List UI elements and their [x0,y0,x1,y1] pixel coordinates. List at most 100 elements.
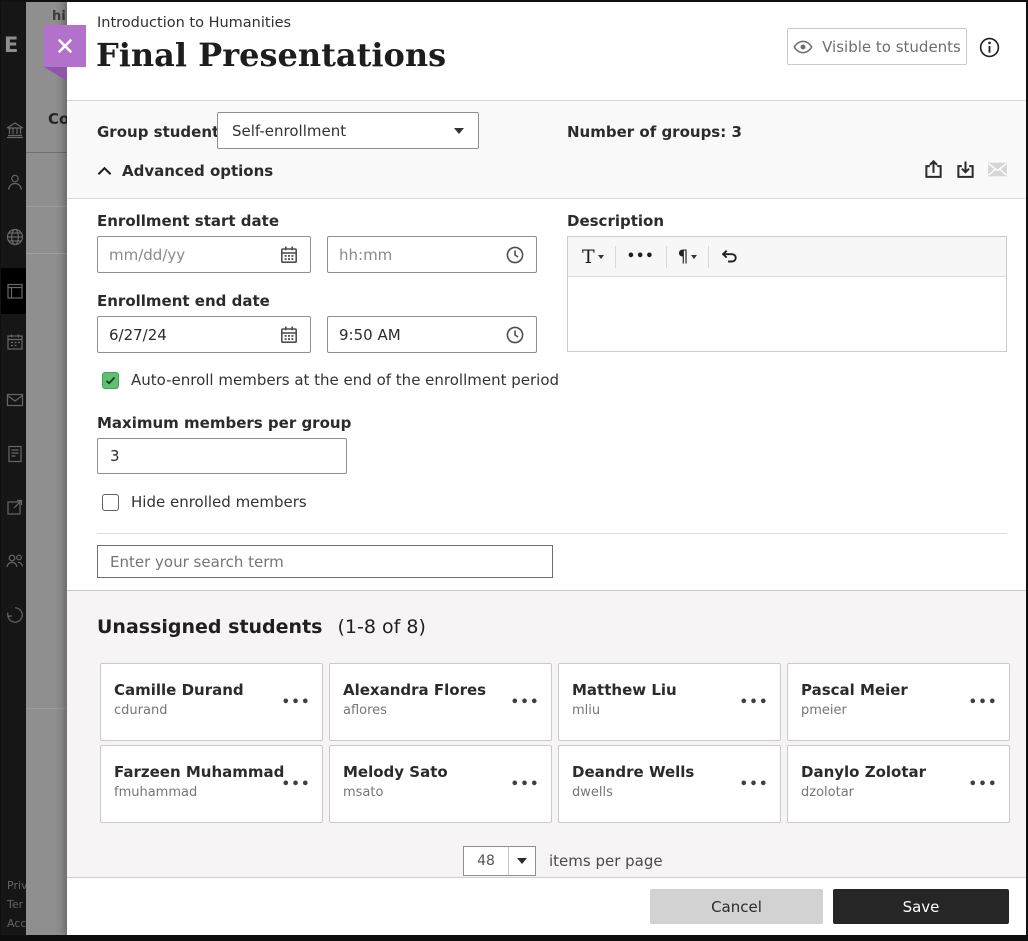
student-menu-button[interactable]: ••• [740,695,769,710]
auto-enroll-checkbox[interactable] [102,371,119,389]
email-icon [988,162,1007,177]
student-card-grid: Camille Durand cdurand ••• Alexandra Flo… [100,663,1010,823]
undo-icon [722,249,738,263]
save-button[interactable]: Save [833,889,1009,924]
pagination-row: 48 items per page [463,846,663,876]
external-icon[interactable] [5,497,25,517]
student-card[interactable]: Alexandra Flores aflores ••• [329,663,552,741]
search-input[interactable] [97,545,553,578]
section-divider [97,533,1007,534]
description-editor: T ••• ¶ [567,236,1007,352]
student-card[interactable]: Deandre Wells dwells ••• [558,745,781,823]
cancel-button[interactable]: Cancel [650,889,823,924]
student-menu-button[interactable]: ••• [282,695,311,710]
terms-link[interactable]: Ter [7,895,28,914]
student-card[interactable]: Danylo Zolotar dzolotar ••• [787,745,1010,823]
page-size-select[interactable]: 48 [463,846,536,876]
max-members-input[interactable] [97,438,347,474]
start-time-input[interactable] [339,245,505,264]
student-card[interactable]: Camille Durand cdurand ••• [100,663,323,741]
messages-icon[interactable] [5,390,25,410]
start-time-field[interactable] [327,236,537,273]
start-date-input[interactable] [109,245,279,264]
end-time-input[interactable] [339,325,505,344]
student-name: Pascal Meier [801,681,908,699]
student-username: pmeier [801,703,847,718]
app-logo: E [4,33,19,57]
student-menu-button[interactable]: ••• [969,695,998,710]
student-card[interactable]: Melody Sato msato ••• [329,745,552,823]
hide-members-label: Hide enrolled members [131,493,307,511]
close-icon [58,39,72,53]
start-date-field[interactable] [97,236,311,273]
import-icon[interactable] [955,159,976,180]
student-menu-button[interactable]: ••• [969,777,998,792]
group-students-selected-value: Self-enrollment [232,121,347,140]
undo-button[interactable] [720,248,739,265]
group-students-select[interactable]: Self-enrollment [217,112,479,149]
privacy-link[interactable]: Priv [7,876,28,895]
toolbar-separator [614,245,616,268]
globe-icon[interactable] [5,227,25,247]
clock-icon[interactable] [505,245,525,265]
content-icon[interactable] [5,281,25,301]
hidden-page-text-fragment: hi [52,9,66,24]
student-username: dwells [572,785,613,800]
advanced-options-label: Advanced options [122,162,274,180]
student-username: mliu [572,703,601,718]
check-icon [105,376,116,384]
student-menu-button[interactable]: ••• [282,777,311,792]
text-style-button[interactable]: T [582,247,604,267]
hidden-page-divider [26,152,67,153]
student-username: cdurand [114,703,168,718]
student-menu-button[interactable]: ••• [740,777,769,792]
description-label: Description [567,212,665,230]
page-size-value: 48 [477,853,495,869]
hidden-page-divider [26,253,67,254]
institution-icon[interactable] [5,120,25,140]
end-time-field[interactable] [327,316,537,353]
student-card[interactable]: Farzeen Muhammad fmuhammad ••• [100,745,323,823]
group-students-label: Group students [97,123,229,141]
accessibility-link[interactable]: Acc [7,914,28,933]
clock-icon[interactable] [505,325,525,345]
activity-icon[interactable] [5,605,25,625]
calendar-icon[interactable] [279,325,299,345]
groups-icon[interactable] [5,551,25,571]
chevron-up-icon [97,166,112,176]
info-icon[interactable] [979,37,1000,58]
enrollment-end-label: Enrollment end date [97,292,270,310]
group-settings-panel: Introduction to Humanities Final Present… [67,0,1028,935]
close-panel-button[interactable] [44,25,86,67]
more-options-button[interactable]: ••• [627,247,655,267]
grades-icon[interactable] [5,444,25,464]
student-username: msato [343,785,384,800]
student-card[interactable]: Pascal Meier pmeier ••• [787,663,1010,741]
profile-icon[interactable] [5,172,25,192]
calendar-icon[interactable] [5,332,25,352]
student-name: Danylo Zolotar [801,763,927,781]
student-menu-button[interactable]: ••• [511,695,540,710]
advanced-options-content: Enrollment start date Enrollment end dat… [67,199,1028,590]
chevron-down-icon [691,254,698,259]
student-menu-button[interactable]: ••• [511,777,540,792]
number-of-groups: Number of groups: 3 [567,123,742,141]
paragraph-button[interactable]: ¶ [678,247,698,267]
hidden-page-text-fragment: Co [48,110,67,128]
hide-members-checkbox[interactable] [102,493,119,511]
description-textarea[interactable] [568,277,1006,352]
visibility-button[interactable]: Visible to students [787,28,967,65]
chevron-down-icon [454,127,464,134]
hide-members-row: Hide enrolled members [102,493,307,511]
export-icon[interactable] [923,159,944,180]
student-card[interactable]: Matthew Liu mliu ••• [558,663,781,741]
advanced-options-toggle[interactable]: Advanced options [97,162,273,180]
end-date-input[interactable] [109,325,279,344]
auto-enroll-row: Auto-enroll members at the end of the en… [102,371,559,389]
student-username: aflores [343,703,387,718]
items-per-page-label: items per page [549,852,663,870]
end-date-field[interactable] [97,316,311,353]
student-name: Matthew Liu [572,681,677,699]
student-name: Melody Sato [343,763,448,781]
calendar-icon[interactable] [279,245,299,265]
